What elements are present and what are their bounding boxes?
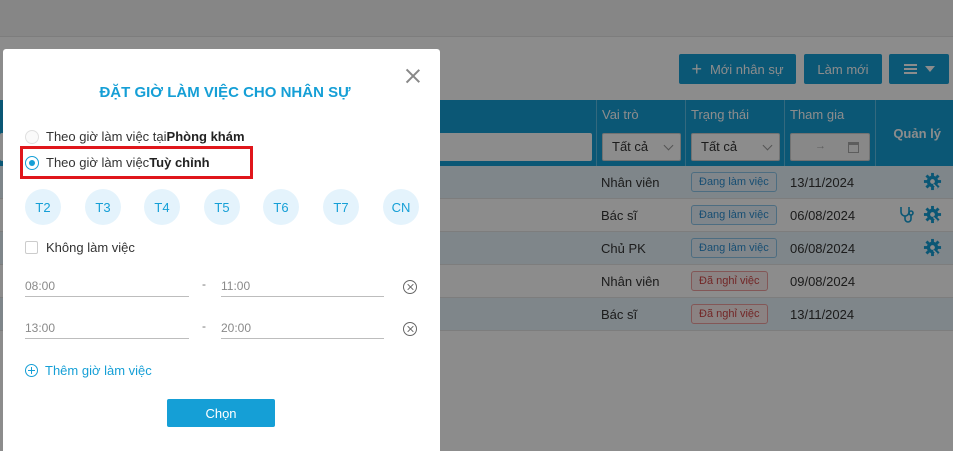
choose-label: Chọn [205,405,237,421]
add-working-hours-link[interactable]: Thêm giờ làm việc [25,363,152,378]
time-from-input[interactable]: 13:00 [25,319,189,339]
add-working-hours-label: Thêm giờ làm việc [45,363,152,378]
working-hours-modal: ĐẶT GIỜ LÀM VIỆC CHO NHÂN SỰ Theo giờ là… [3,49,440,451]
option-clinic-prefix: Theo giờ làm việc tại [46,129,167,144]
option-custom-hours[interactable]: Theo giờ làm việc Tuỳ chỉnh [25,155,210,170]
weekday-button[interactable]: CN [383,189,419,225]
weekday-button[interactable]: T6 [263,189,299,225]
range-separator: - [202,277,206,291]
remove-range-icon[interactable] [403,280,417,294]
choose-button[interactable]: Chọn [167,399,275,427]
time-range-row: 13:00 - 20:00 [25,319,425,345]
option-clinic-bold: Phòng khám [166,129,245,144]
remove-range-icon[interactable] [403,322,417,336]
radio-custom-hours[interactable] [25,155,39,170]
option-custom-prefix: Theo giờ làm việc [46,155,150,170]
weekday-button[interactable]: T3 [85,189,121,225]
time-from-input[interactable]: 08:00 [25,277,189,297]
weekday-selector: T2 T3 T4 T5 T6 T7 CN [25,189,425,225]
option-clinic-hours[interactable]: Theo giờ làm việc tại Phòng khám [25,129,245,144]
weekday-button[interactable]: T2 [25,189,61,225]
not-working-label: Không làm việc [46,240,135,255]
weekday-button[interactable]: T5 [204,189,240,225]
time-range-row: 08:00 - 11:00 [25,277,425,303]
option-custom-bold: Tuỳ chỉnh [149,155,210,170]
not-working-checkbox[interactable] [25,241,38,254]
weekday-button[interactable]: T7 [323,189,359,225]
not-working-option[interactable]: Không làm việc [25,240,135,255]
time-to-input[interactable]: 11:00 [221,277,384,297]
time-to-input[interactable]: 20:00 [221,319,384,339]
radio-clinic-hours[interactable] [25,129,39,144]
plus-circle-icon [25,364,38,377]
weekday-button[interactable]: T4 [144,189,180,225]
range-separator: - [202,319,206,333]
modal-title: ĐẶT GIỜ LÀM VIỆC CHO NHÂN SỰ [99,84,351,101]
close-icon[interactable] [406,69,420,83]
